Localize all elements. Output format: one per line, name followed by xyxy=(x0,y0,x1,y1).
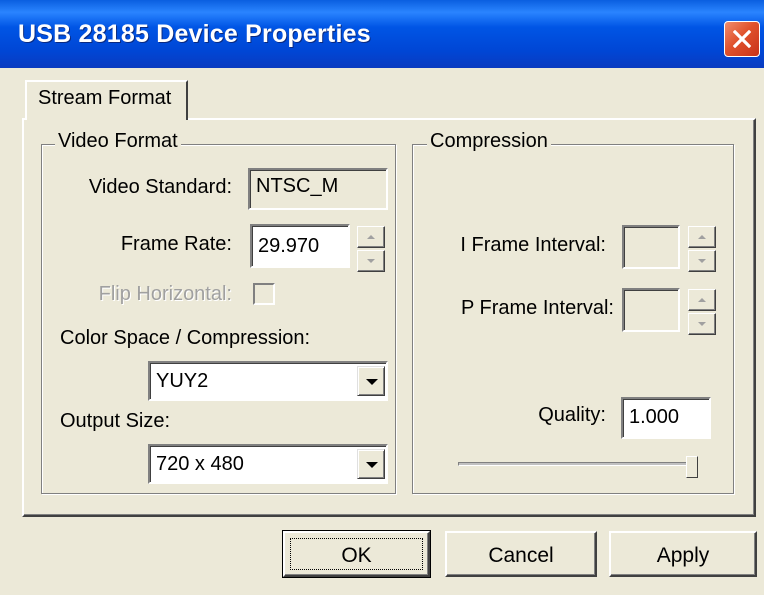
tab-edge xyxy=(186,82,188,120)
cancel-button[interactable]: Cancel xyxy=(445,531,597,577)
apply-button-label: Apply xyxy=(656,544,710,567)
close-icon xyxy=(733,30,751,48)
tab-stream-format-label: Stream Format xyxy=(38,87,172,109)
window-title: USB 28185 Device Properties xyxy=(18,20,371,48)
tab-page-shadow xyxy=(24,120,754,515)
ok-button[interactable]: OK xyxy=(282,530,431,578)
close-button[interactable] xyxy=(724,21,760,57)
focus-ring xyxy=(290,538,423,570)
apply-button[interactable]: Apply xyxy=(609,531,757,577)
cancel-button-label: Cancel xyxy=(488,544,554,567)
